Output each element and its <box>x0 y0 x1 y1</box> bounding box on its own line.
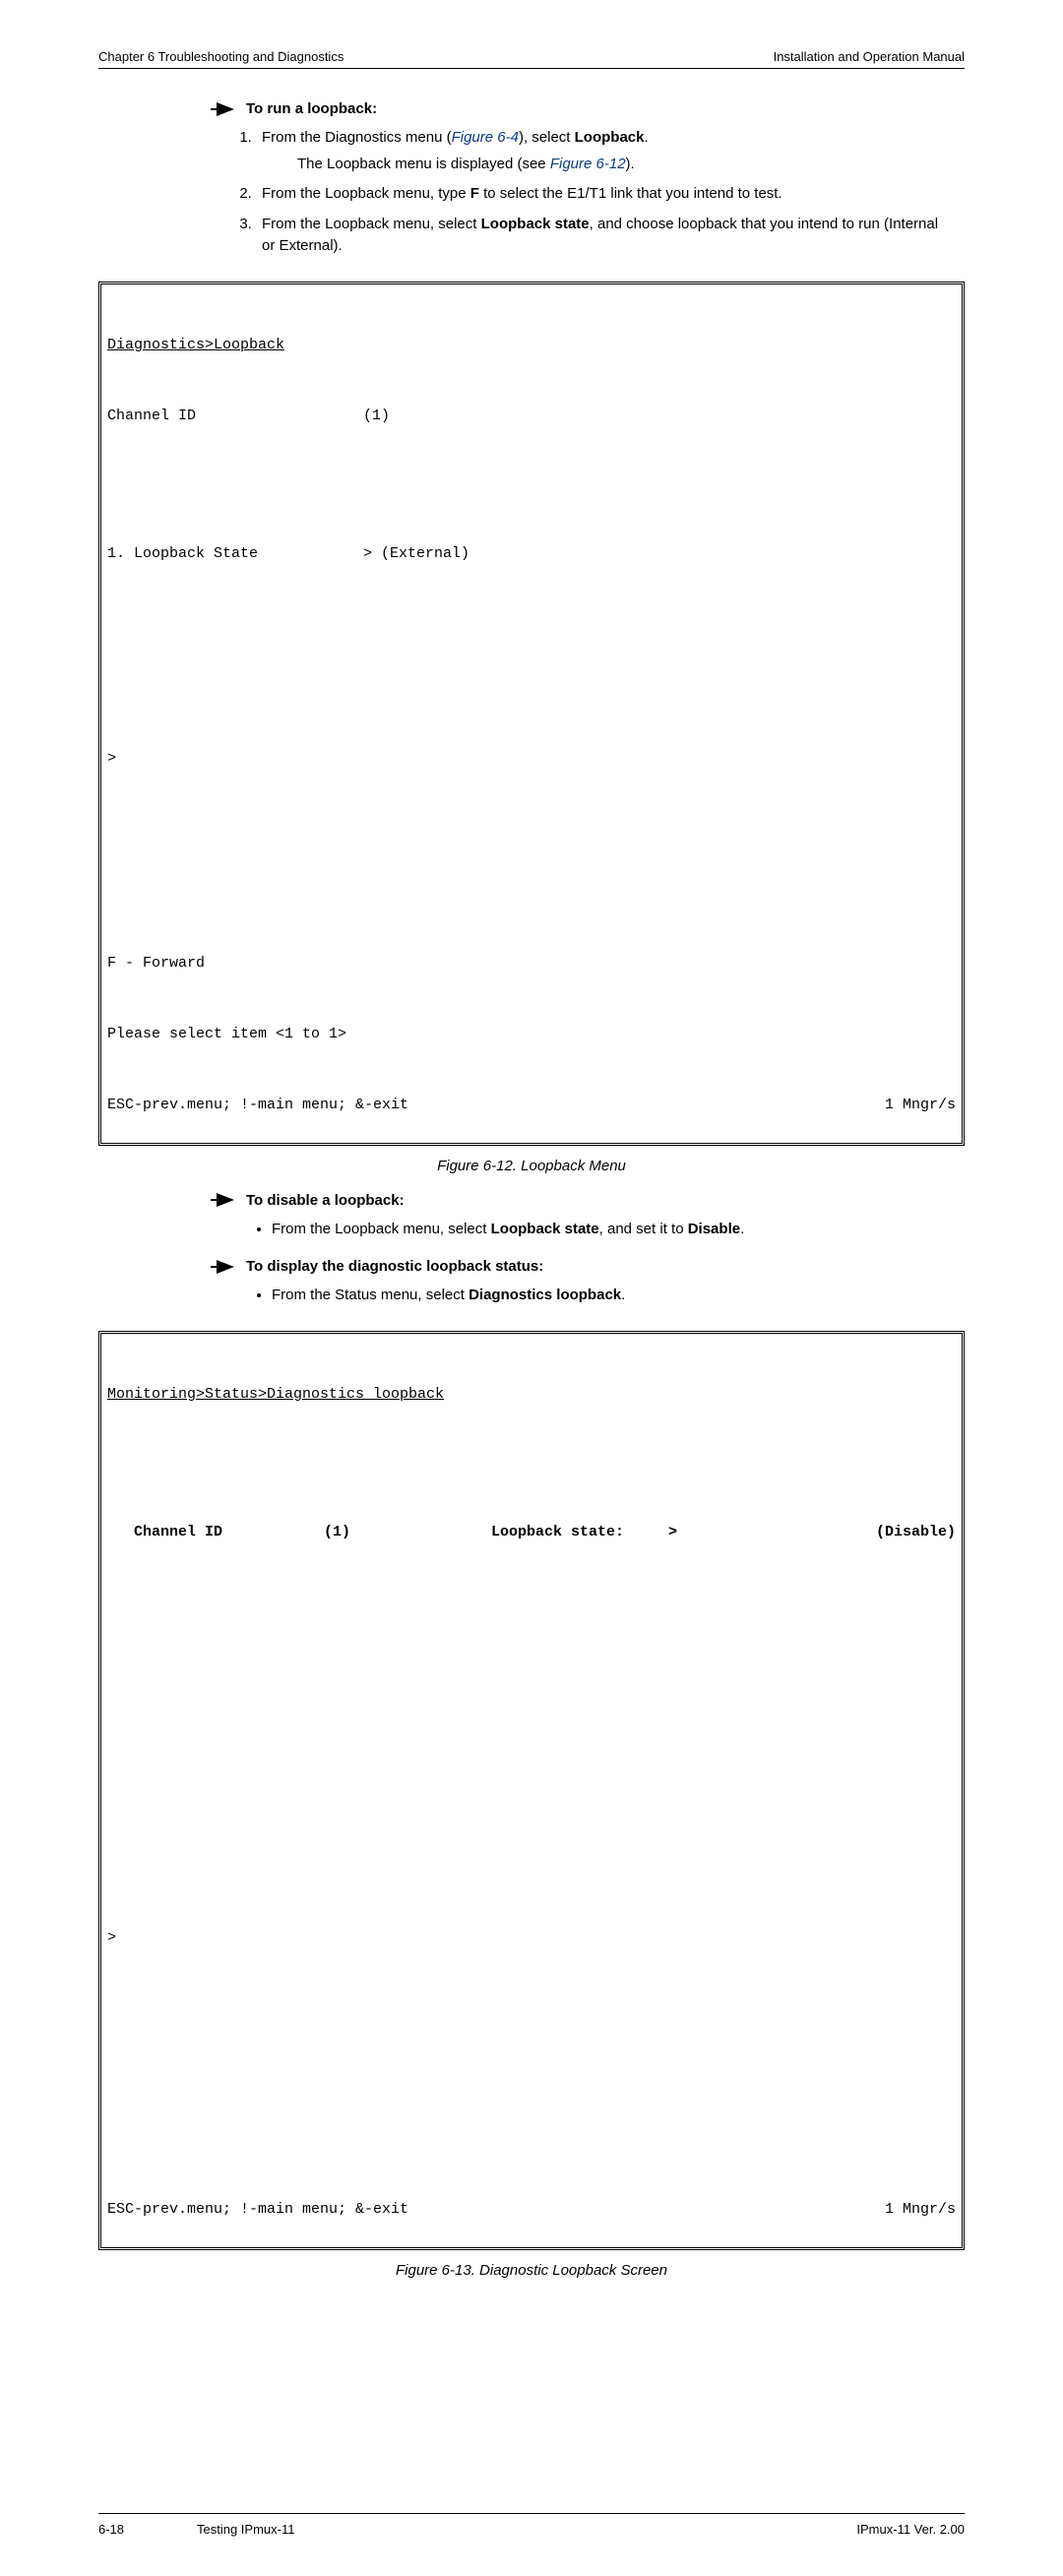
procedure-disable-loopback-title: To disable a loopback: <box>217 1192 955 1209</box>
proc3-step1: From the Status menu, select Diagnostics… <box>272 1285 955 1307</box>
loopback-state-bold: Loopback state <box>481 216 590 232</box>
loopback-state-value: (Disable) <box>708 1521 956 1544</box>
loopback-state-value: > (External) <box>363 545 469 562</box>
terminal-row: Channel ID(1) <box>107 405 956 428</box>
f-key-bold: F <box>470 185 479 202</box>
footer-version: IPmux-11 Ver. 2.00 <box>856 2522 965 2537</box>
forward-hint: F - Forward <box>107 952 956 975</box>
proc1-title-text: To run a loopback: <box>246 100 377 117</box>
prompt: > <box>107 747 956 771</box>
txt: ), select <box>519 129 575 146</box>
terminal-diagnostic-screen: Monitoring>Status>Diagnostics loopback C… <box>98 1331 965 2250</box>
proc1-step1-sub: The Loopback menu is displayed (see Figu… <box>297 154 955 176</box>
txt: From the Loopback menu, select <box>272 1221 491 1237</box>
arrow-icon <box>217 1193 234 1207</box>
proc1-step2: From the Loopback menu, type F to select… <box>256 183 955 206</box>
procedure-run-loopback-title: To run a loopback: <box>217 100 955 117</box>
terminal-title: Diagnostics>Loopback <box>107 334 956 357</box>
proc1-step3: From the Loopback menu, select Loopback … <box>256 214 955 258</box>
esc-hint: ESC-prev.menu; !-main menu; &-exit <box>107 2198 408 2222</box>
loopback-state-label: Loopback state: <box>491 1521 668 1544</box>
procedure-display-status-title: To display the diagnostic loopback statu… <box>217 1258 955 1275</box>
proc2-steps: From the Loopback menu, select Loopback … <box>272 1219 955 1241</box>
terminal-loopback-menu: Diagnostics>Loopback Channel ID(1) 1. Lo… <box>98 282 965 1146</box>
txt: From the Status menu, select <box>272 1287 469 1303</box>
proc2-step1: From the Loopback menu, select Loopback … <box>272 1219 955 1241</box>
figure-ref-link[interactable]: Figure 6-4 <box>452 129 519 146</box>
terminal-title-text: Diagnostics>Loopback <box>107 337 284 353</box>
proc3-steps: From the Status menu, select Diagnostics… <box>272 1285 955 1307</box>
terminal-row: 1. Loopback State> (External) <box>107 542 956 566</box>
loopback-state-label: 1. Loopback State <box>107 542 363 566</box>
procedures-section: To run a loopback: From the Diagnostics … <box>217 100 955 258</box>
diagnostics-loopback-bold: Diagnostics loopback <box>469 1287 621 1303</box>
loopback-bold: Loopback <box>575 129 645 146</box>
page-header: Chapter 6 Troubleshooting and Diagnostic… <box>98 49 965 69</box>
figure-ref-link[interactable]: Figure 6-12 <box>550 156 626 172</box>
header-left: Chapter 6 Troubleshooting and Diagnostic… <box>98 49 344 64</box>
gt-symbol: > <box>668 1521 708 1544</box>
arrow-icon <box>217 1260 234 1274</box>
terminal-title-text: Monitoring>Status>Diagnostics loopback <box>107 1386 444 1403</box>
txt: . <box>644 129 648 146</box>
txt: ). <box>626 156 635 172</box>
figure-6-13-caption: Figure 6-13. Diagnostic Loopback Screen <box>98 2262 965 2279</box>
txt: From the Loopback menu, select <box>262 216 481 232</box>
channel-id-label: Channel ID <box>107 405 363 428</box>
figure-6-12-caption: Figure 6-12. Loopback Menu <box>98 1158 965 1174</box>
esc-hint: ESC-prev.menu; !-main menu; &-exit <box>107 1094 408 1117</box>
terminal-row: Channel ID (1) Loopback state: > (Disabl… <box>107 1521 956 1544</box>
disable-bold: Disable <box>688 1221 740 1237</box>
txt: From the Loopback menu, type <box>262 185 470 202</box>
channel-id-value: (1) <box>324 1521 491 1544</box>
footer-title: Testing IPmux-11 <box>197 2522 856 2537</box>
terminal-footer-row: ESC-prev.menu; !-main menu; &-exit 1 Mngr… <box>107 1094 956 1117</box>
proc1-step1: From the Diagnostics menu (Figure 6-4), … <box>256 127 955 175</box>
proc1-steps: From the Diagnostics menu (Figure 6-4), … <box>256 127 955 258</box>
proc3-title-text: To display the diagnostic loopback statu… <box>246 1258 543 1275</box>
txt: The Loopback menu is displayed (see <box>297 156 550 172</box>
procedures-section-2: To disable a loopback: From the Loopback… <box>217 1192 955 1307</box>
prompt: > <box>107 1926 956 1950</box>
txt: From the Diagnostics menu ( <box>262 129 452 146</box>
txt: . <box>621 1287 625 1303</box>
page-footer: 6-18 Testing IPmux-11 IPmux-11 Ver. 2.00 <box>98 2513 965 2537</box>
loopback-state-bold: Loopback state <box>491 1221 599 1237</box>
terminal-footer-row: ESC-prev.menu; !-main menu; &-exit 1 Mngr… <box>107 2198 956 2222</box>
proc2-title-text: To disable a loopback: <box>246 1192 405 1209</box>
mngr-count: 1 Mngr/s <box>885 1094 956 1117</box>
page-number: 6-18 <box>98 2522 197 2537</box>
channel-id-label: Channel ID <box>107 1521 324 1544</box>
mngr-count: 1 Mngr/s <box>885 2198 956 2222</box>
terminal-title: Monitoring>Status>Diagnostics loopback <box>107 1383 956 1407</box>
header-right: Installation and Operation Manual <box>774 49 965 64</box>
arrow-icon <box>217 102 234 116</box>
select-hint: Please select item <1 to 1> <box>107 1023 956 1046</box>
channel-id-value: (1) <box>363 408 390 424</box>
txt: to select the E1/T1 link that you intend… <box>479 185 782 202</box>
txt: , and set it to <box>599 1221 688 1237</box>
txt: . <box>740 1221 744 1237</box>
